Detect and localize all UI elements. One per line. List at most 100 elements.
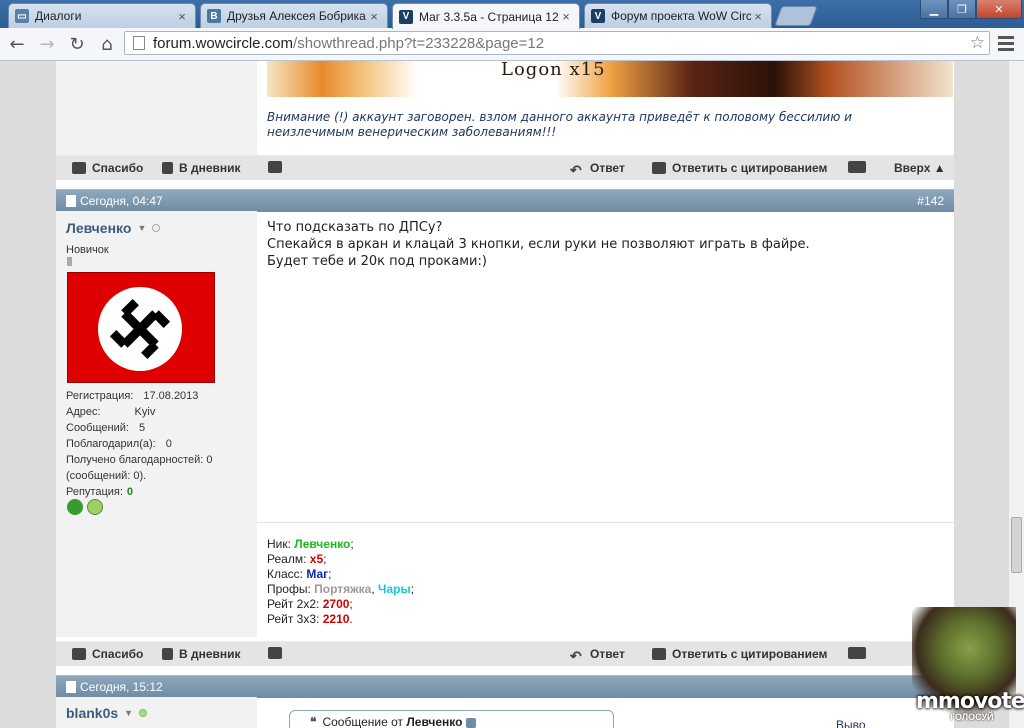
close-icon[interactable]: × <box>175 9 189 24</box>
username-link[interactable]: blank0s <box>66 705 118 721</box>
received-count: (сообщений: 0). <box>66 470 147 482</box>
url-path: /showthread.php?t=233228&page=12 <box>293 34 545 52</box>
vk-messages-icon: ▭ <box>15 9 29 23</box>
reload-icon[interactable]: ↻ <box>64 31 90 57</box>
thanks-label: Спасибо <box>92 161 144 175</box>
reply-button[interactable]: ↶ Ответ <box>570 647 625 664</box>
tab-forum-wowcircle[interactable]: V Форум проекта WoW Circ × <box>584 3 772 28</box>
browser-toolbar: ← → ↻ ⌂ forum.wowcircle.com/showthread.p… <box>0 28 1024 61</box>
reply-quote-button[interactable]: Ответить с цитированием <box>652 647 827 661</box>
quote-prefix: Сообщение от <box>322 715 404 728</box>
sig-label: Профы: <box>267 582 311 596</box>
sig-label: Реалм: <box>267 552 307 566</box>
post-message: Что подсказать по ДПСу? Спекайся в аркан… <box>267 219 927 270</box>
share-icon <box>268 161 282 173</box>
tab-mage-thread[interactable]: V Маг 3.3.5а - Страница 12 × <box>392 3 580 29</box>
top-button[interactable]: Вверх ▲ <box>894 161 946 175</box>
thanks-button[interactable]: Спасибо <box>72 647 143 661</box>
multiquote-button[interactable] <box>848 647 872 659</box>
thanked-label: Поблагодарил(а): <box>66 438 156 450</box>
mmovote-logo: mmovote <box>916 689 1024 714</box>
mmovote-widget[interactable]: mmovote ГОЛОСУЙ <box>906 607 1024 728</box>
forum-v-icon: V <box>399 9 413 24</box>
username-link[interactable]: Левченко <box>66 220 131 236</box>
close-icon[interactable]: × <box>559 9 573 24</box>
post-date-text: Сегодня, 15:12 <box>80 680 163 694</box>
post-actions-bar: Спасибо В дневник ↶ Ответ Ответить с цити… <box>56 641 954 666</box>
post-actions-bar: Спасибо В дневник ↶ Ответ Ответить с цити… <box>56 155 954 180</box>
share-button[interactable] <box>268 161 288 173</box>
rank-bar <box>67 257 72 266</box>
home-icon[interactable]: ⌂ <box>94 31 120 57</box>
post-header: Сегодня, 15:12 <box>56 675 954 698</box>
top-label: Вверх ▲ <box>894 161 946 175</box>
diary-icon <box>162 648 173 660</box>
avatar-disc <box>98 287 182 371</box>
chevron-down-icon[interactable]: ▼ <box>137 223 146 233</box>
scroll-thumb[interactable] <box>1011 517 1022 573</box>
sig-nick: Левченко <box>294 537 351 551</box>
close-icon[interactable]: × <box>751 9 765 24</box>
side-link[interactable]: Выво <box>836 718 866 728</box>
sig-prof-2: Чары <box>378 582 411 596</box>
reply-label: Ответ <box>590 647 625 661</box>
reply-quote-label: Ответить с цитированием <box>672 161 828 175</box>
quote-box: ❝ Сообщение от Левченко <box>289 710 614 728</box>
online-status-icon <box>139 709 148 717</box>
diary-button[interactable]: В дневник <box>162 647 241 661</box>
address-bar[interactable]: forum.wowcircle.com/showthread.php?t=233… <box>124 31 990 55</box>
new-tab-button[interactable] <box>774 6 818 26</box>
diary-button[interactable]: В дневник <box>162 161 241 175</box>
maximize-icon[interactable]: ❐ <box>948 0 976 19</box>
post-date: Сегодня, 15:12 <box>66 680 163 694</box>
post-line: Будет тебе и 20к под проками:) <box>267 254 487 269</box>
tab-vk-friends[interactable]: В Друзья Алексея Бобрика × <box>200 3 388 28</box>
quote-author[interactable]: Левченко <box>406 715 462 728</box>
post-next: blank0s ▼ ❝ Сообщение от Левченко Выво <box>56 697 954 728</box>
sig-prof-1: Портяжка <box>314 582 372 596</box>
diary-label: В дневник <box>179 647 241 661</box>
diary-icon <box>162 162 173 174</box>
clover-icon[interactable] <box>67 499 83 515</box>
view-post-icon[interactable] <box>466 717 477 728</box>
reply-quote-button[interactable]: Ответить с цитированием <box>652 161 827 175</box>
reputation-icon[interactable] <box>87 499 103 515</box>
back-arrow-icon[interactable]: ← <box>4 31 30 57</box>
tab-dialogs[interactable]: ▭ Диалоги × <box>8 3 196 28</box>
bookmark-star-icon[interactable]: ☆ <box>970 33 985 53</box>
reply-button[interactable]: ↶ Ответ <box>570 161 625 178</box>
page-viewport: Logon x15 Внимание (!) аккаунт заговорен… <box>0 61 1024 728</box>
reply-quote-label: Ответить с цитированием <box>672 647 828 661</box>
forward-arrow-icon[interactable]: → <box>34 31 60 57</box>
reputation-value: 0 <box>126 486 134 498</box>
share-button[interactable] <box>268 647 288 659</box>
reputation-label: Репутация: <box>66 486 123 498</box>
multiquote-button[interactable] <box>848 161 872 173</box>
chevron-down-icon[interactable]: ▼ <box>124 708 133 718</box>
avatar[interactable] <box>67 272 215 383</box>
post-date-text: Сегодня, 04:47 <box>80 194 163 208</box>
quote-bubble-icon <box>652 162 666 174</box>
post-date: Сегодня, 04:47 <box>66 194 163 208</box>
menu-icon[interactable] <box>998 33 1014 54</box>
thanks-button[interactable]: Спасибо <box>72 161 143 175</box>
window-controls: ▁ ❐ ✕ <box>920 0 1022 20</box>
close-icon[interactable]: × <box>367 9 381 24</box>
post-author[interactable]: blank0s ▼ <box>66 705 148 721</box>
share-icon <box>268 647 282 659</box>
signature-note: Внимание (!) аккаунт заговорен. взлом да… <box>267 110 852 139</box>
post-number-link[interactable]: #142 <box>917 194 944 208</box>
post-author[interactable]: Левченко ▼ <box>66 220 161 236</box>
previous-post-tail: Logon x15 Внимание (!) аккаунт заговорен… <box>56 61 954 155</box>
sig-label: Ник: <box>267 537 291 551</box>
multiquote-icon <box>848 161 866 173</box>
banner-text: Logon x15 <box>501 61 606 80</box>
url-host: forum.wowcircle.com <box>153 34 294 52</box>
posts-label: Сообщений: <box>66 422 129 434</box>
tab-title: Форум проекта WoW Circ <box>611 9 751 23</box>
post-line: Что подсказать по ДПСу? <box>267 220 443 235</box>
tab-title: Маг 3.3.5а - Страница 12 <box>419 9 559 24</box>
window-close-icon[interactable]: ✕ <box>976 0 1022 19</box>
minimize-icon[interactable]: ▁ <box>920 0 948 19</box>
tab-title: Друзья Алексея Бобрика <box>227 9 366 23</box>
